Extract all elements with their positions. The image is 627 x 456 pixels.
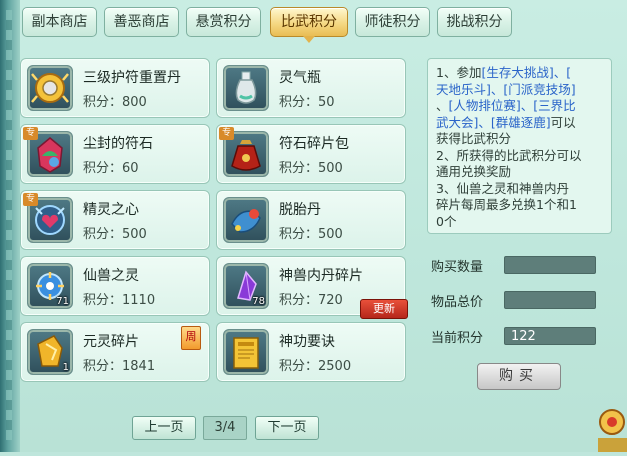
item-price: 积分：50 [279,95,335,110]
item-price: 积分：1841 [83,359,156,374]
exclusive-tag: 专 [23,127,38,140]
window-left-border [0,0,20,452]
tab-duel-points[interactable]: 比武积分 [270,7,348,43]
tab-mentor-points[interactable]: 师徒积分 [355,7,430,37]
shop-item[interactable]: 神功要诀 积分：2500 [216,322,406,382]
desc-text: 1、参加 [436,65,482,80]
item-quantity: 78 [252,296,265,307]
desc-link: 天地乐斗]、[门派竞技场] [436,81,576,97]
item-price: 积分：500 [279,161,343,176]
exclusive-tag: 专 [219,127,234,140]
desc-text: 3、仙兽之灵和神兽内丹 [436,180,569,196]
desc-text: 、 [436,98,449,113]
shop-item[interactable]: 1 元灵碎片 积分：1841 周 [20,322,210,382]
quantity-label: 购买数量 [431,260,484,275]
beast-core-fragment-icon: 78 [223,263,269,309]
item-name: 灵气瓶 [279,70,321,86]
item-quantity: 1 [62,362,69,373]
new-badge: 更新 [360,299,408,319]
item-price: 积分：500 [83,227,147,242]
rules-description: 1、参加[生存大挑战]、[ 天地乐斗]、[门派竞技场] 、[人物排位赛]、[三界… [427,58,612,234]
shop-item[interactable]: 78 神兽内丹碎片 积分：720 更新 [216,256,408,319]
item-quantity: 71 [56,296,69,307]
item-name: 符石碎片包 [279,136,349,152]
desc-text: 0个 [436,213,457,229]
item-price: 积分：2500 [279,359,352,374]
prev-page-button[interactable]: 上一页 [132,416,196,440]
quantity-input[interactable] [504,256,596,274]
tab-dungeon-shop[interactable]: 副本商店 [22,7,97,37]
total-price-label: 物品总价 [431,295,484,310]
item-name: 神兽内丹碎片 [279,268,363,284]
item-name: 尘封的符石 [83,136,153,152]
shop-item[interactable]: 专 尘封的符石 积分：60 [20,124,210,184]
buy-button[interactable]: 购买 [477,363,561,390]
shop-item[interactable]: 脱胎丹 积分：500 [216,190,406,250]
tab-karma-shop[interactable]: 善恶商店 [104,7,179,37]
desc-text: 2、所获得的比武积分可以 [436,147,582,163]
desc-link: 武大会]、[群雄逐鹿] [436,114,551,130]
desc-link: [人物排位赛]、[三界比 [448,98,576,113]
desc-link: [生存大挑战]、[ [481,65,572,80]
amulet-reset-pill-icon [27,65,73,111]
martial-manual-icon [223,329,269,375]
desc-text: 碎片每周最多兑换1个和1 [436,197,577,212]
divine-beast-soul-icon: 71 [27,263,73,309]
weekly-limit-badge: 周 [181,326,201,350]
item-name: 元灵碎片 [83,334,139,350]
next-page-button[interactable]: 下一页 [255,416,319,440]
desc-text: 获得比武积分 [436,131,512,146]
item-price: 积分：60 [83,161,139,176]
item-name: 脱胎丹 [279,202,321,218]
rebirth-pill-icon [223,197,269,243]
shop-item[interactable]: 专 精灵之心 积分：500 [20,190,210,250]
shop-item[interactable]: 71 仙兽之灵 积分：1110 [20,256,210,316]
spirit-vase-icon [223,65,269,111]
corner-ornament-icon [592,400,627,452]
shop-window: 副本商店 善恶商店 悬赏积分 比武积分 师徒积分 挑战积分 三级护符重置丹 积分… [0,0,627,452]
page-indicator: 3/4 [203,416,247,440]
current-points-value: 122 [504,327,596,345]
item-name: 精灵之心 [83,202,139,218]
item-name: 神功要诀 [279,334,335,350]
tab-challenge-points[interactable]: 挑战积分 [437,7,512,37]
shop-item[interactable]: 专 符石碎片包 积分：500 [216,124,406,184]
yuanling-fragment-icon: 1 [27,329,73,375]
current-points-label: 当前积分 [431,331,484,346]
item-price: 积分：720 [279,293,343,308]
shop-item[interactable]: 三级护符重置丹 积分：800 [20,58,210,118]
item-name: 仙兽之灵 [83,268,139,284]
total-price-value [504,291,596,309]
desc-text: 可以 [550,114,576,130]
tab-bounty-points[interactable]: 悬赏积分 [186,7,261,37]
exclusive-tag: 专 [23,193,38,206]
item-price: 积分：1110 [83,293,156,308]
item-price: 积分：800 [83,95,147,110]
item-price: 积分：500 [279,227,343,242]
desc-text: 通用兑换奖励 [436,164,512,179]
item-name: 三级护符重置丹 [83,70,181,86]
shop-item[interactable]: 灵气瓶 积分：50 [216,58,406,118]
